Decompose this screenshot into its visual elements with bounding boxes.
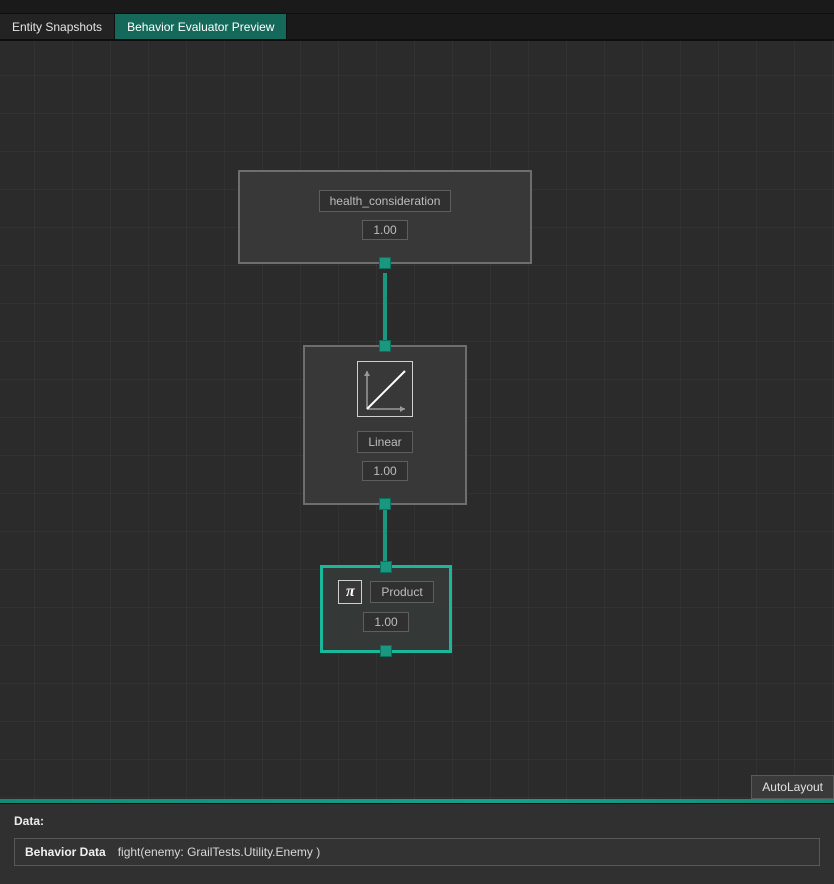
behavior-data-row[interactable]: Behavior Data fight(enemy: GrailTests.Ut… [14, 838, 820, 866]
input-port[interactable] [379, 340, 391, 352]
tab-behavior-evaluator-preview[interactable]: Behavior Evaluator Preview [115, 14, 287, 39]
input-port[interactable] [380, 561, 392, 573]
node-value[interactable]: 1.00 [362, 461, 408, 481]
behavior-data-key: Behavior Data [25, 845, 106, 859]
tab-label: Entity Snapshots [12, 20, 102, 34]
output-port[interactable] [379, 257, 391, 269]
window-titlebar [0, 0, 834, 14]
curve-thumbnail [357, 361, 413, 417]
output-port[interactable] [380, 645, 392, 657]
autolayout-button[interactable]: AutoLayout [751, 775, 834, 799]
node-health-consideration[interactable]: health_consideration 1.00 [238, 170, 532, 264]
node-linear-curve[interactable]: Linear 1.00 [303, 345, 467, 505]
tab-label: Behavior Evaluator Preview [127, 20, 274, 34]
linear-curve-icon [359, 363, 411, 415]
node-title: Product [370, 581, 433, 603]
node-product-aggregator[interactable]: π Product 1.00 [320, 565, 452, 653]
editor-root: Entity Snapshots Behavior Evaluator Prev… [0, 0, 834, 884]
section-label: Data: [14, 814, 820, 828]
behavior-data-value: fight(enemy: GrailTests.Utility.Enemy ) [118, 845, 321, 859]
tab-entity-snapshots[interactable]: Entity Snapshots [0, 14, 115, 39]
output-port[interactable] [379, 498, 391, 510]
tab-bar: Entity Snapshots Behavior Evaluator Prev… [0, 14, 834, 40]
node-title: Linear [357, 431, 412, 453]
pi-icon: π [338, 580, 362, 604]
node-value[interactable]: 1.00 [363, 612, 409, 632]
node-value[interactable]: 1.00 [362, 220, 408, 240]
data-panel: Data: Behavior Data fight(enemy: GrailTe… [0, 803, 834, 884]
node-title: health_consideration [319, 190, 452, 212]
button-label: AutoLayout [762, 780, 823, 794]
graph-canvas[interactable]: health_consideration 1.00 Linear 1.00 [0, 40, 834, 799]
